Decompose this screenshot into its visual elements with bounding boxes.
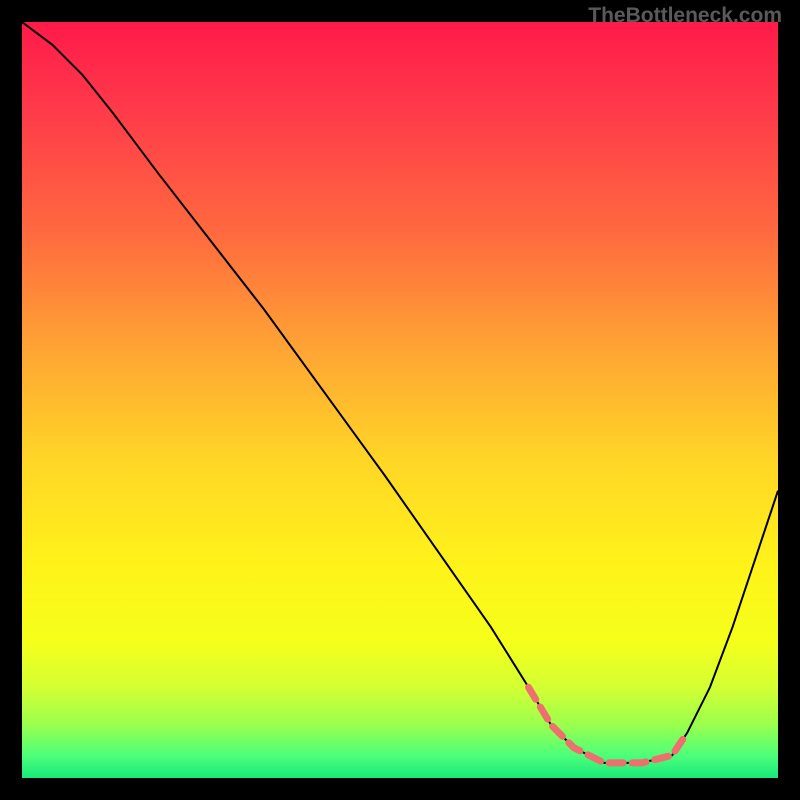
- optimal-band: [529, 687, 688, 763]
- chart-area: [22, 22, 778, 778]
- chart-lines: [22, 22, 778, 778]
- bottleneck-curve: [22, 22, 778, 763]
- watermark-text: TheBottleneck.com: [588, 4, 782, 28]
